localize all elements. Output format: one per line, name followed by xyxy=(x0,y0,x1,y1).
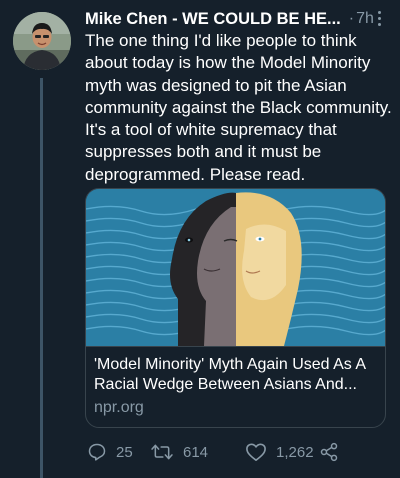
card-body: 'Model Minority' Myth Again Used As A Ra… xyxy=(86,346,385,416)
like-count: 1,262 xyxy=(276,443,314,461)
separator: · xyxy=(348,10,355,27)
author-name[interactable]: Mike Chen - WE COULD BE HE... xyxy=(85,10,341,29)
tweet[interactable]: Mike Chen - WE COULD BE HE... · 7h The o… xyxy=(0,0,400,478)
heart-icon xyxy=(246,443,266,461)
retweet-icon xyxy=(151,444,173,460)
tweet-header: Mike Chen - WE COULD BE HE... · 7h xyxy=(85,8,390,30)
retweet-button[interactable]: 614 xyxy=(150,440,208,464)
share-button[interactable] xyxy=(319,440,339,464)
more-icon[interactable] xyxy=(372,8,386,30)
share-icon xyxy=(320,442,338,462)
tweet-actions: 25 614 1,262 xyxy=(85,440,385,464)
reply-icon xyxy=(88,443,106,461)
card-domain: npr.org xyxy=(94,399,144,416)
retweet-count: 614 xyxy=(183,443,209,461)
card-title[interactable]: 'Model Minority' Myth Again Used As A Ra… xyxy=(94,355,379,395)
avatar[interactable] xyxy=(13,12,71,70)
thread-line xyxy=(40,78,43,478)
tweet-text: The one thing I'd like people to think a… xyxy=(85,31,392,184)
reply-button[interactable]: 25 xyxy=(87,440,133,464)
like-button[interactable]: 1,262 xyxy=(245,440,314,464)
link-card[interactable]: 'Model Minority' Myth Again Used As A Ra… xyxy=(85,188,386,428)
card-image xyxy=(86,189,385,346)
reply-count: 25 xyxy=(116,443,133,461)
avatar-image xyxy=(13,12,71,70)
